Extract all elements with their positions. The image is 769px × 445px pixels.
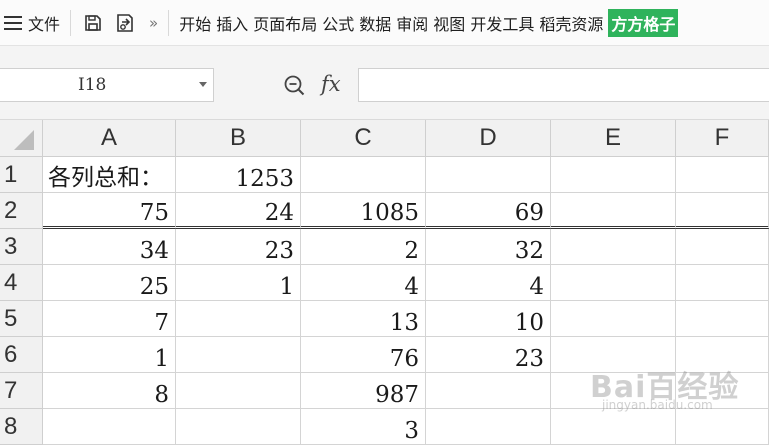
cell-c7[interactable]: 987 — [301, 373, 426, 409]
row-header-2[interactable]: 2 — [0, 193, 43, 229]
fx-icon[interactable]: fx — [321, 72, 341, 96]
cell-a4[interactable]: 25 — [43, 265, 176, 301]
chevron-down-icon[interactable] — [199, 82, 207, 87]
toolbar-divider — [70, 9, 72, 36]
cell-f3[interactable] — [676, 229, 769, 265]
tab-page-layout[interactable]: 页面布局 — [253, 11, 317, 35]
tab-formulas[interactable]: 公式 — [322, 11, 354, 35]
cell-f5[interactable] — [676, 301, 769, 337]
cell-e5[interactable] — [551, 301, 676, 337]
cell-b1[interactable]: 1253 — [176, 157, 301, 193]
tab-ffcell-addin[interactable]: 方方格子 — [608, 8, 679, 37]
export-icon[interactable] — [113, 11, 137, 35]
cell-c5[interactable]: 13 — [301, 301, 426, 337]
column-header-a[interactable]: A — [43, 120, 176, 157]
cell-e2[interactable] — [551, 193, 676, 229]
cell-c4[interactable]: 4 — [301, 265, 426, 301]
more-chevron-icon[interactable]: » — [149, 14, 158, 32]
row-header-1[interactable]: 1 — [0, 157, 43, 193]
cell-c8[interactable]: 3 — [301, 409, 426, 445]
row-header-3[interactable]: 3 — [0, 229, 43, 265]
name-box-value: I18 — [78, 75, 107, 95]
cell-e4[interactable] — [551, 265, 676, 301]
hamburger-icon — [4, 15, 22, 30]
cell-b7[interactable] — [176, 373, 301, 409]
cell-a1[interactable]: 各列总和： — [43, 157, 176, 193]
column-header-d[interactable]: D — [426, 120, 551, 157]
tab-developer[interactable]: 开发工具 — [470, 11, 534, 35]
cell-a6[interactable]: 1 — [43, 337, 176, 373]
cell-d7[interactable] — [426, 373, 551, 409]
cell-d2[interactable]: 69 — [426, 193, 551, 229]
formula-bar: I18 fx — [0, 46, 769, 120]
baidu-jingyan-watermark: Bai百经验 jingyan.baidu.com — [590, 362, 760, 422]
formula-input[interactable] — [358, 68, 769, 102]
cell-b2[interactable]: 24 — [176, 193, 301, 229]
select-all-triangle-icon — [14, 130, 34, 150]
row-header-7[interactable]: 7 — [0, 373, 43, 409]
tab-view[interactable]: 视图 — [433, 11, 465, 35]
tab-docer-resources[interactable]: 稻壳资源 — [539, 11, 603, 35]
tab-insert[interactable]: 插入 — [216, 11, 248, 35]
cell-c3[interactable]: 2 — [301, 229, 426, 265]
column-header-f[interactable]: F — [676, 120, 769, 157]
row-header-4[interactable]: 4 — [0, 265, 43, 301]
column-header-c[interactable]: C — [301, 120, 426, 157]
toolbar-divider — [168, 9, 170, 36]
file-menu-button[interactable]: 文件 — [0, 0, 60, 45]
cell-b4[interactable]: 1 — [176, 265, 301, 301]
cell-b5[interactable] — [176, 301, 301, 337]
cell-d4[interactable]: 4 — [426, 265, 551, 301]
tab-review[interactable]: 审阅 — [396, 11, 428, 35]
cell-f1[interactable] — [676, 157, 769, 193]
column-header-e[interactable]: E — [551, 120, 676, 157]
cell-c2[interactable]: 1085 — [301, 193, 426, 229]
cell-c6[interactable]: 76 — [301, 337, 426, 373]
cell-b3[interactable]: 23 — [176, 229, 301, 265]
cell-d8[interactable] — [426, 409, 551, 445]
tab-home[interactable]: 开始 — [179, 11, 211, 35]
watermark-sub-text: jingyan.baidu.com — [602, 398, 713, 412]
file-menu-label: 文件 — [28, 14, 61, 34]
cell-c1[interactable] — [301, 157, 426, 193]
cell-d1[interactable] — [426, 157, 551, 193]
zoom-icon[interactable] — [283, 74, 307, 102]
cell-b6[interactable] — [176, 337, 301, 373]
select-all-corner[interactable] — [0, 120, 43, 157]
cell-a8[interactable] — [43, 409, 176, 445]
cell-f4[interactable] — [676, 265, 769, 301]
save-icon[interactable] — [81, 11, 105, 35]
cell-f2[interactable] — [676, 193, 769, 229]
cell-a5[interactable]: 7 — [43, 301, 176, 337]
cell-d5[interactable]: 10 — [426, 301, 551, 337]
cell-d3[interactable]: 32 — [426, 229, 551, 265]
row-header-6[interactable]: 6 — [0, 337, 43, 373]
cell-a3[interactable]: 34 — [43, 229, 176, 265]
cell-a7[interactable]: 8 — [43, 373, 176, 409]
row-header-5[interactable]: 5 — [0, 301, 43, 337]
cell-e3[interactable] — [551, 229, 676, 265]
cell-e1[interactable] — [551, 157, 676, 193]
tab-data[interactable]: 数据 — [359, 11, 391, 35]
cell-d6[interactable]: 23 — [426, 337, 551, 373]
cell-a2[interactable]: 75 — [43, 193, 176, 229]
name-box[interactable]: I18 — [0, 68, 214, 102]
column-header-b[interactable]: B — [176, 120, 301, 157]
row-header-8[interactable]: 8 — [0, 409, 43, 445]
cell-b8[interactable] — [176, 409, 301, 445]
menu-bar: 文件 » 开始 插入 页面布局 公式 数据 审阅 视图 开发工具 稻壳资源 方方… — [0, 0, 769, 46]
